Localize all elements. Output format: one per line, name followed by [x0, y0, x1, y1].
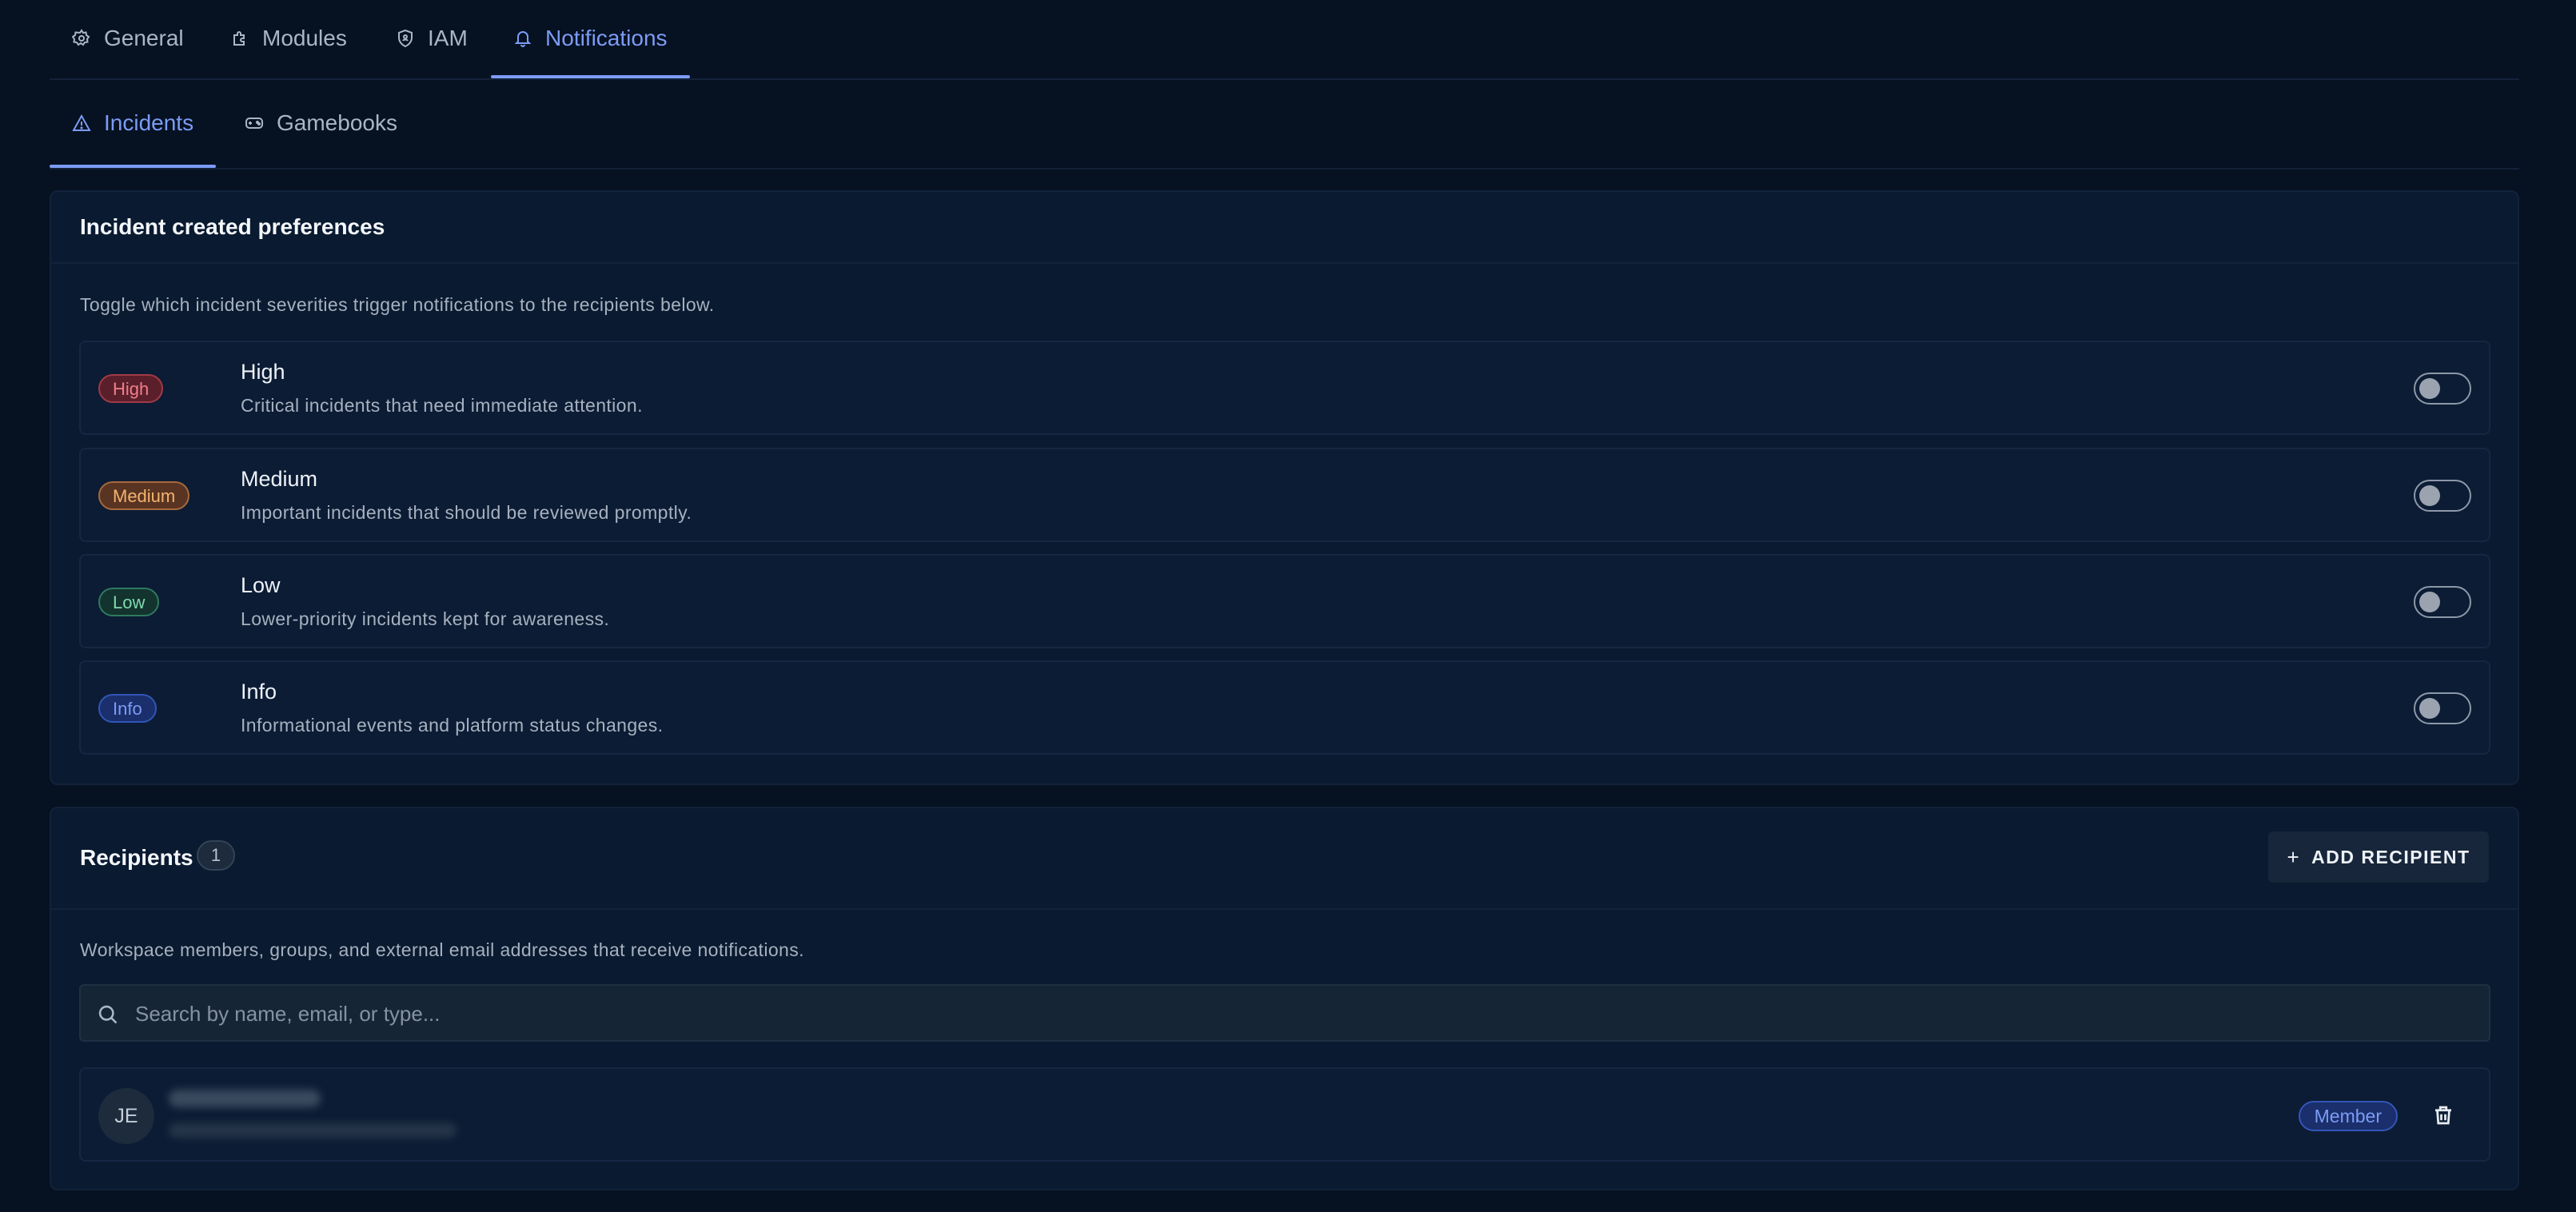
severity-row-medium: Medium Medium Important incidents that s…	[79, 448, 2490, 542]
severity-badge-info: Info	[98, 694, 157, 723]
severity-description: Informational events and platform status…	[241, 715, 664, 736]
severity-badge-high: High	[98, 374, 164, 403]
role-badge: Member	[2298, 1101, 2398, 1131]
sub-tab-bar: Incidents Gamebooks	[50, 80, 2519, 169]
severity-name: Low	[241, 573, 281, 597]
recipients-header: Recipients 1 + ADD RECIPIENT	[51, 808, 2518, 910]
tab-modules-label: Modules	[262, 26, 347, 50]
severity-name: High	[241, 360, 285, 384]
incident-preferences-card: Incident created preferences Toggle whic…	[50, 190, 2519, 785]
recipients-title: Recipients	[80, 845, 193, 870]
recipients-count-badge: 1	[197, 840, 235, 871]
recipient-email-redacted	[169, 1123, 457, 1138]
severity-row-info: Info Info Informational events and platf…	[79, 660, 2490, 755]
recipient-search-input[interactable]	[134, 986, 2455, 1042]
incident-preferences-description: Toggle which incident severities trigger…	[80, 294, 715, 315]
toggle-knob	[2419, 485, 2440, 506]
toggle-medium[interactable]	[2414, 480, 2471, 512]
recipients-description: Workspace members, groups, and external …	[80, 939, 804, 960]
gear-icon	[72, 29, 90, 46]
incident-preferences-title: Incident created preferences	[80, 214, 385, 239]
tab-gamebooks[interactable]: Gamebooks	[245, 80, 397, 166]
add-recipient-label: ADD RECIPIENT	[2311, 846, 2470, 867]
recipients-card: Recipients 1 + ADD RECIPIENT Workspace m…	[50, 807, 2519, 1190]
tab-notifications[interactable]: Notifications	[491, 0, 690, 78]
severity-row-high: High High Critical incidents that need i…	[79, 341, 2490, 435]
puzzle-icon	[233, 31, 245, 46]
severity-name: Info	[241, 680, 277, 704]
toggle-low[interactable]	[2414, 586, 2471, 618]
tab-iam[interactable]: IAM	[396, 0, 468, 77]
severity-badge-low: Low	[98, 588, 160, 616]
tab-gamebooks-label: Gamebooks	[277, 110, 397, 135]
recipient-row: JE Member	[79, 1067, 2490, 1162]
avatar: JE	[98, 1088, 154, 1144]
add-recipient-button[interactable]: + ADD RECIPIENT	[2268, 831, 2489, 883]
recipient-name-redacted	[169, 1090, 321, 1107]
bell-icon	[514, 31, 532, 47]
severity-row-low: Low Low Lower-priority incidents kept fo…	[79, 554, 2490, 648]
severity-name: Medium	[241, 467, 318, 491]
tab-general-label: General	[104, 26, 184, 50]
shield-icon	[398, 29, 413, 48]
toggle-high[interactable]	[2414, 373, 2471, 405]
toggle-knob	[2419, 592, 2440, 612]
plus-icon: +	[2287, 844, 2301, 869]
tab-general[interactable]: General	[72, 0, 184, 77]
toggle-knob	[2419, 698, 2440, 719]
search-icon	[98, 1005, 118, 1024]
tab-modules[interactable]: Modules	[230, 0, 347, 77]
severity-badge-medium: Medium	[98, 481, 190, 510]
gamepad-icon	[245, 118, 263, 129]
tab-iam-label: IAM	[428, 26, 468, 50]
settings-page: General Modules IAM Notifications Incide…	[50, 0, 2519, 1190]
severity-description: Lower-priority incidents kept for awaren…	[241, 608, 610, 629]
tab-incidents[interactable]: Incidents	[50, 80, 217, 168]
toggle-info[interactable]	[2414, 692, 2471, 724]
severity-description: Important incidents that should be revie…	[241, 502, 692, 523]
tab-notifications-label: Notifications	[545, 26, 668, 50]
tab-incidents-label: Incidents	[104, 110, 194, 135]
recipient-search-field[interactable]	[79, 984, 2490, 1042]
top-tab-bar: General Modules IAM Notifications	[50, 0, 2519, 80]
trash-icon[interactable]	[2431, 1103, 2455, 1127]
incident-preferences-header: Incident created preferences	[51, 192, 2518, 264]
toggle-knob	[2419, 378, 2440, 399]
warning-triangle-icon	[72, 114, 91, 131]
severity-description: Critical incidents that need immediate a…	[241, 395, 643, 416]
